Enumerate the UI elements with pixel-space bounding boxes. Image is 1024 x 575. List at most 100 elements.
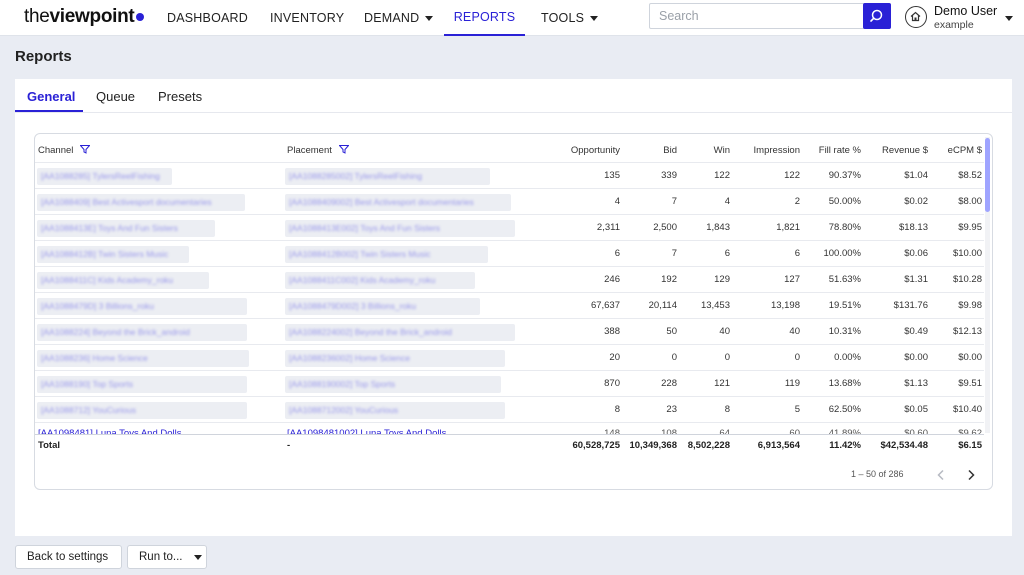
placement-cell[interactable]: [AA1088285002] TylersReelFishing bbox=[285, 168, 490, 185]
impression-cell: 127 bbox=[784, 274, 800, 285]
chevron-left-icon bbox=[937, 469, 944, 481]
placement-cell[interactable]: [AA1088413E002] Toys And Fun Sisters bbox=[285, 220, 515, 237]
nav-inventory[interactable]: INVENTORY bbox=[270, 0, 344, 36]
column-header-fill-rate[interactable]: Fill rate % bbox=[808, 145, 861, 156]
row-divider bbox=[35, 344, 984, 345]
search-input[interactable] bbox=[650, 4, 864, 28]
opportunity-cell: 20 bbox=[609, 352, 620, 363]
channel-cell[interactable]: [AA1088479D] 3 Billions_roku bbox=[37, 298, 247, 315]
placement-cell[interactable]: [AA1088190002] Top Sports bbox=[285, 376, 501, 393]
ecpm-cell: $0.00 bbox=[958, 352, 982, 363]
channel-cell[interactable]: [AA1088190] Top Sports bbox=[37, 376, 247, 393]
user-name[interactable]: Demo User bbox=[934, 4, 997, 18]
channel-cell[interactable]: [AA1088413E] Toys And Fun Sisters bbox=[37, 220, 215, 237]
column-header-impression[interactable]: Impression bbox=[740, 145, 800, 156]
revenue-cell: $0.49 bbox=[904, 326, 928, 337]
back-to-settings-button[interactable]: Back to settings bbox=[15, 545, 122, 569]
run-to-button[interactable]: Run to... bbox=[127, 545, 207, 569]
totals-placement: - bbox=[287, 440, 291, 451]
column-header-placement[interactable]: Placement bbox=[287, 145, 349, 156]
previous-page-button[interactable] bbox=[934, 468, 948, 482]
channel-cell[interactable]: [AA1088712] YouCurious bbox=[37, 402, 247, 419]
revenue-cell: $1.04 bbox=[904, 170, 928, 181]
channel-cell[interactable]: [AA1088285] TylersReelFishing bbox=[37, 168, 172, 185]
placement-cell[interactable]: [AA1088236002] Home Science bbox=[285, 350, 505, 367]
channel-cell[interactable]: [AA1088409] Best Activesport documentari… bbox=[37, 194, 245, 211]
column-header-bid[interactable]: Bid bbox=[637, 145, 677, 156]
opportunity-cell: 6 bbox=[614, 248, 620, 259]
table-scrollbar-thumb[interactable] bbox=[985, 138, 990, 212]
bid-cell: 7 bbox=[671, 196, 677, 207]
row-divider bbox=[35, 240, 984, 241]
user-menu-chevron-icon[interactable] bbox=[1005, 16, 1013, 21]
channel-cell[interactable]: [AA1088236] Home Science bbox=[37, 350, 249, 367]
channel-cell[interactable]: [AA1088224] Beyond the Brick_android bbox=[37, 324, 247, 341]
fill-rate-cell: 90.37% bbox=[828, 170, 861, 181]
chevron-down-icon bbox=[194, 554, 203, 560]
column-header-win[interactable]: Win bbox=[690, 145, 730, 156]
opportunity-cell: 388 bbox=[604, 326, 620, 337]
tab-queue[interactable]: Queue bbox=[96, 89, 135, 104]
win-cell: 6 bbox=[724, 248, 730, 259]
placement-cell[interactable]: [AA1088712002] YouCurious bbox=[285, 402, 505, 419]
placement-cell[interactable]: [AA1088412B002] Twin Sisters Music bbox=[285, 246, 488, 263]
totals-ecpm: $6.15 bbox=[958, 440, 982, 451]
ecpm-cell: $12.13 bbox=[952, 326, 982, 337]
row-divider bbox=[35, 292, 984, 293]
column-header-ecpm[interactable]: eCPM $ bbox=[940, 145, 982, 156]
channel-cell[interactable]: [AA1088411C] Kids Academy_roku bbox=[37, 272, 209, 289]
ecpm-cell: $10.00 bbox=[952, 248, 982, 259]
row-divider bbox=[35, 318, 984, 319]
opportunity-cell: 8 bbox=[614, 404, 620, 415]
win-cell: 129 bbox=[714, 274, 730, 285]
column-header-revenue[interactable]: Revenue $ bbox=[870, 145, 928, 156]
next-page-button[interactable] bbox=[964, 468, 978, 482]
ecpm-cell: $10.28 bbox=[952, 274, 982, 285]
totals-win: 8,502,228 bbox=[687, 440, 730, 451]
win-cell: 0 bbox=[724, 352, 730, 363]
opportunity-cell: 135 bbox=[604, 170, 620, 181]
column-header-channel[interactable]: Channel bbox=[38, 145, 91, 156]
fill-rate-cell: 62.50% bbox=[828, 404, 861, 415]
win-cell: 121 bbox=[714, 378, 730, 389]
home-icon[interactable] bbox=[905, 6, 927, 28]
bid-cell: 50 bbox=[666, 326, 677, 337]
chevron-down-icon bbox=[425, 15, 434, 21]
totals-revenue: $42,534.48 bbox=[880, 440, 928, 451]
placement-cell[interactable]: [AA1088479D002] 3 Billions_roku bbox=[285, 298, 480, 315]
tab-presets[interactable]: Presets bbox=[158, 89, 202, 104]
fill-rate-cell: 0.00% bbox=[834, 352, 861, 363]
nav-tools[interactable]: TOOLS bbox=[541, 0, 599, 36]
impression-cell: 6 bbox=[794, 248, 800, 259]
impression-cell: 0 bbox=[794, 352, 800, 363]
revenue-cell: $18.13 bbox=[898, 222, 928, 233]
logo[interactable]: theviewpoint bbox=[24, 6, 145, 28]
filter-icon[interactable] bbox=[80, 145, 91, 154]
placement-cell[interactable]: [AA1088224002] Beyond the Brick_android bbox=[285, 324, 515, 341]
revenue-cell: $1.13 bbox=[904, 378, 928, 389]
bid-cell: 23 bbox=[666, 404, 677, 415]
fill-rate-cell: 19.51% bbox=[828, 300, 861, 311]
fill-rate-cell: 13.68% bbox=[828, 378, 861, 389]
impression-cell: 40 bbox=[789, 326, 800, 337]
ecpm-cell: $8.52 bbox=[958, 170, 982, 181]
nav-reports[interactable]: REPORTS bbox=[444, 0, 525, 36]
totals-label: Total bbox=[38, 440, 60, 451]
search-button[interactable] bbox=[863, 3, 891, 29]
bid-cell: 192 bbox=[661, 274, 677, 285]
placement-cell[interactable]: [AA1088409002] Best Activesport document… bbox=[285, 194, 511, 211]
fill-rate-cell: 51.63% bbox=[828, 274, 861, 285]
channel-cell[interactable]: [AA1088412B] Twin Sisters Music bbox=[37, 246, 189, 263]
placement-cell[interactable]: [AA1088411C002] Kids Academy_roku bbox=[285, 272, 475, 289]
nav-demand[interactable]: DEMAND bbox=[364, 0, 434, 36]
search-box bbox=[649, 3, 891, 29]
opportunity-cell: 870 bbox=[604, 378, 620, 389]
chevron-right-icon bbox=[968, 469, 975, 481]
opportunity-cell: 4 bbox=[614, 196, 620, 207]
nav-dashboard[interactable]: DASHBOARD bbox=[167, 0, 248, 36]
opportunity-cell: 2,311 bbox=[596, 222, 620, 233]
filter-icon[interactable] bbox=[338, 145, 349, 154]
column-header-opportunity[interactable]: Opportunity bbox=[560, 145, 620, 156]
tab-general[interactable]: General bbox=[27, 89, 75, 104]
impression-cell: 1,821 bbox=[776, 222, 800, 233]
